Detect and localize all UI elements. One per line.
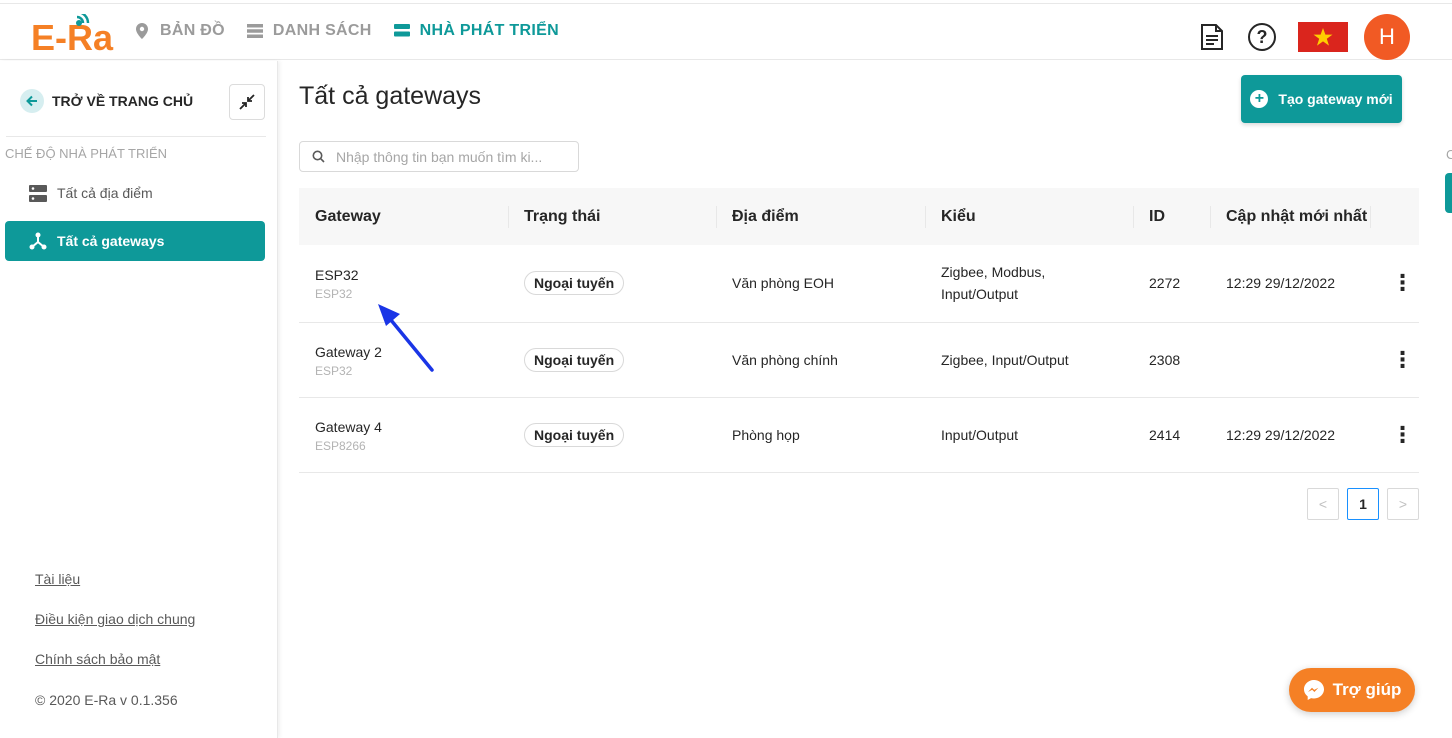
- pagination-prev[interactable]: <: [1307, 488, 1339, 520]
- status-badge: Ngoại tuyến: [524, 422, 625, 447]
- back-home-button[interactable]: TRỞ VỀ TRANG CHỦ: [20, 89, 193, 113]
- status-cell: Ngoại tuyến: [508, 322, 716, 398]
- type-cell: Zigbee, Input/Output: [925, 322, 1133, 398]
- page-title: Tất cả gateways: [299, 82, 482, 110]
- help-circle-icon[interactable]: ?: [1246, 21, 1278, 53]
- document-icon[interactable]: [1196, 21, 1228, 53]
- messenger-icon: [1303, 679, 1325, 701]
- updated-cell: 12:29 29/12/2022: [1210, 245, 1370, 323]
- gateway-board: ESP8266: [315, 438, 366, 453]
- search-box: [299, 141, 579, 172]
- search-icon: [300, 150, 336, 163]
- server-icon: [29, 184, 47, 202]
- nav-list-label: DANH SÁCH: [272, 22, 372, 39]
- gateway-icon: [29, 232, 47, 250]
- gateways-table: Gateway Trạng thái Địa điểm Kiểu ID Cập …: [299, 188, 1419, 473]
- main-nav: BẢN ĐỒ DANH SÁCH NHÀ PHÁT TRIỂN: [134, 22, 581, 40]
- column-header-type[interactable]: Kiểu: [925, 188, 1133, 245]
- column-header-status[interactable]: Trạng thái: [508, 188, 716, 245]
- column-header-actions: [1370, 188, 1419, 245]
- pagination-page-1[interactable]: 1: [1347, 488, 1379, 520]
- updated-cell: 12:29 29/12/2022: [1210, 397, 1370, 473]
- collapse-sidebar-button[interactable]: [229, 84, 265, 120]
- column-header-gateway[interactable]: Gateway: [299, 188, 508, 245]
- nav-map-label: BẢN ĐỒ: [160, 22, 225, 39]
- plus-circle-icon: +: [1250, 90, 1269, 108]
- more-vertical-icon[interactable]: ⋮: [1370, 245, 1419, 323]
- nav-developer-label: NHÀ PHÁT TRIỂN: [419, 22, 559, 39]
- help-button-label: Trợ giúp: [1332, 680, 1402, 699]
- link-documentation[interactable]: Tài liệu: [35, 571, 80, 587]
- help-button[interactable]: Trợ giúp: [1289, 668, 1415, 712]
- map-pin-icon: [134, 23, 150, 39]
- vietnam-flag-icon[interactable]: [1298, 22, 1348, 52]
- column-header-id[interactable]: ID: [1133, 188, 1210, 245]
- sidebar-section-title: CHẾ ĐỘ NHÀ PHÁT TRIỂN: [5, 146, 168, 161]
- search-input[interactable]: [336, 148, 566, 165]
- annotation-arrow: [378, 304, 434, 372]
- type-cell: Input/Output: [925, 397, 1133, 473]
- column-header-updated[interactable]: Cập nhật mới nhất: [1210, 188, 1370, 245]
- type-line: Zigbee, Modbus,: [941, 264, 1046, 281]
- edge-tab[interactable]: [1445, 173, 1452, 213]
- status-cell: Ngoại tuyến: [508, 397, 716, 473]
- column-header-location[interactable]: Địa điểm: [716, 188, 925, 245]
- avatar[interactable]: H: [1364, 14, 1410, 60]
- svg-text:?: ?: [1257, 27, 1268, 47]
- gateway-cell: Gateway 4 ESP8266: [299, 397, 508, 473]
- developer-icon: [393, 23, 410, 39]
- id-cell: 2308: [1133, 322, 1210, 398]
- sidebar-item-all-gateways[interactable]: Tất cả gateways: [5, 221, 265, 261]
- link-terms[interactable]: Điều kiện giao dịch chung: [35, 611, 195, 627]
- location-cell: Văn phòng chính: [716, 322, 925, 398]
- nav-map[interactable]: BẢN ĐỒ: [134, 22, 225, 40]
- table-row[interactable]: Gateway 4 ESP8266 Ngoại tuyến Phòng họp …: [299, 397, 1419, 473]
- pagination-next[interactable]: >: [1387, 488, 1419, 520]
- arrow-left-icon: [20, 89, 44, 113]
- updated-cell: [1210, 322, 1370, 398]
- copyright-text: © 2020 E-Ra v 0.1.356: [35, 692, 178, 708]
- create-gateway-button[interactable]: + Tạo gateway mới: [1241, 75, 1402, 123]
- sidebar-item-label: Tất cả địa điểm: [57, 185, 153, 201]
- table-row[interactable]: Gateway 2 ESP32 Ngoại tuyến Văn phòng ch…: [299, 322, 1419, 398]
- nav-developer[interactable]: NHÀ PHÁT TRIỂN: [393, 22, 559, 40]
- type-cell: Zigbee, Modbus, Input/Output: [925, 245, 1133, 323]
- more-vertical-icon[interactable]: ⋮: [1370, 322, 1419, 398]
- status-badge: Ngoại tuyến: [524, 271, 625, 296]
- sidebar: TRỞ VỀ TRANG CHỦ CHẾ ĐỘ NHÀ PHÁT TRIỂN T…: [0, 61, 278, 738]
- status-badge: Ngoại tuyến: [524, 347, 625, 372]
- edge-label: C: [1446, 147, 1452, 162]
- id-cell: 2272: [1133, 245, 1210, 323]
- header-actions: ? H: [1178, 14, 1410, 60]
- create-gateway-label: Tạo gateway mới: [1278, 91, 1393, 107]
- gateway-name[interactable]: ESP32: [315, 265, 508, 285]
- type-line: Input/Output: [941, 286, 1019, 303]
- location-cell: Văn phòng EOH: [716, 245, 925, 323]
- list-icon: [246, 23, 263, 39]
- collapse-icon: [239, 94, 255, 110]
- table-header-row: Gateway Trạng thái Địa điểm Kiểu ID Cập …: [299, 188, 1419, 245]
- top-bar: E-Ra BẢN ĐỒ DANH SÁCH NHÀ PHÁT TRIỂN ? H: [0, 3, 1452, 60]
- era-logo[interactable]: E-Ra: [31, 14, 121, 54]
- svg-text:E-Ra: E-Ra: [31, 17, 114, 54]
- gateway-name[interactable]: Gateway 4: [315, 417, 508, 437]
- id-cell: 2414: [1133, 397, 1210, 473]
- more-vertical-icon[interactable]: ⋮: [1370, 397, 1419, 473]
- link-privacy[interactable]: Chính sách bảo mật: [35, 651, 160, 667]
- table-row[interactable]: ESP32 ESP32 Ngoại tuyến Văn phòng EOH Zi…: [299, 245, 1419, 323]
- sidebar-divider: [6, 136, 266, 137]
- sidebar-item-all-locations[interactable]: Tất cả địa điểm: [5, 173, 265, 213]
- location-cell: Phòng họp: [716, 397, 925, 473]
- sidebar-item-label: Tất cả gateways: [57, 233, 165, 249]
- nav-list[interactable]: DANH SÁCH: [246, 22, 372, 40]
- status-cell: Ngoại tuyến: [508, 245, 716, 323]
- back-home-label: TRỞ VỀ TRANG CHỦ: [52, 93, 194, 109]
